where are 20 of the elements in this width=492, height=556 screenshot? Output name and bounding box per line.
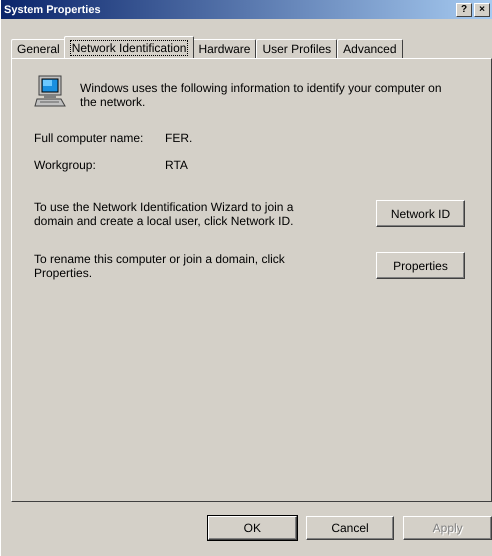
window-title: System Properties	[4, 4, 102, 16]
tab[interactable]: Hardware	[192, 39, 256, 58]
field-value: RTA	[165, 158, 189, 172]
action-button[interactable]: Network ID	[376, 200, 465, 227]
computer-icon	[34, 75, 66, 109]
field-value: FER.	[165, 131, 194, 145]
tab[interactable]: Network Identification	[64, 36, 194, 58]
tab[interactable]: Advanced	[337, 39, 403, 58]
action-button[interactable]: Properties	[376, 252, 465, 279]
dialog-button[interactable]: OK	[208, 516, 297, 540]
tab[interactable]: User Profiles	[256, 39, 338, 58]
instruction-text: To rename this computer or join a domain, click Properties.	[34, 252, 286, 280]
help-button[interactable]: ?	[456, 2, 472, 16]
dialog-button[interactable]: Cancel	[306, 516, 394, 540]
instruction-text: To use the Network Identification Wizard to join a domain and create a local user, click Network ID.	[34, 200, 294, 228]
field-label: Workgroup:	[34, 158, 97, 172]
field-label: Full computer name:	[34, 131, 144, 145]
tab[interactable]: General	[11, 39, 66, 58]
close-button[interactable]: ×	[474, 2, 490, 16]
intro-text: Windows uses the following information to identify your computer on the network.	[80, 81, 443, 109]
